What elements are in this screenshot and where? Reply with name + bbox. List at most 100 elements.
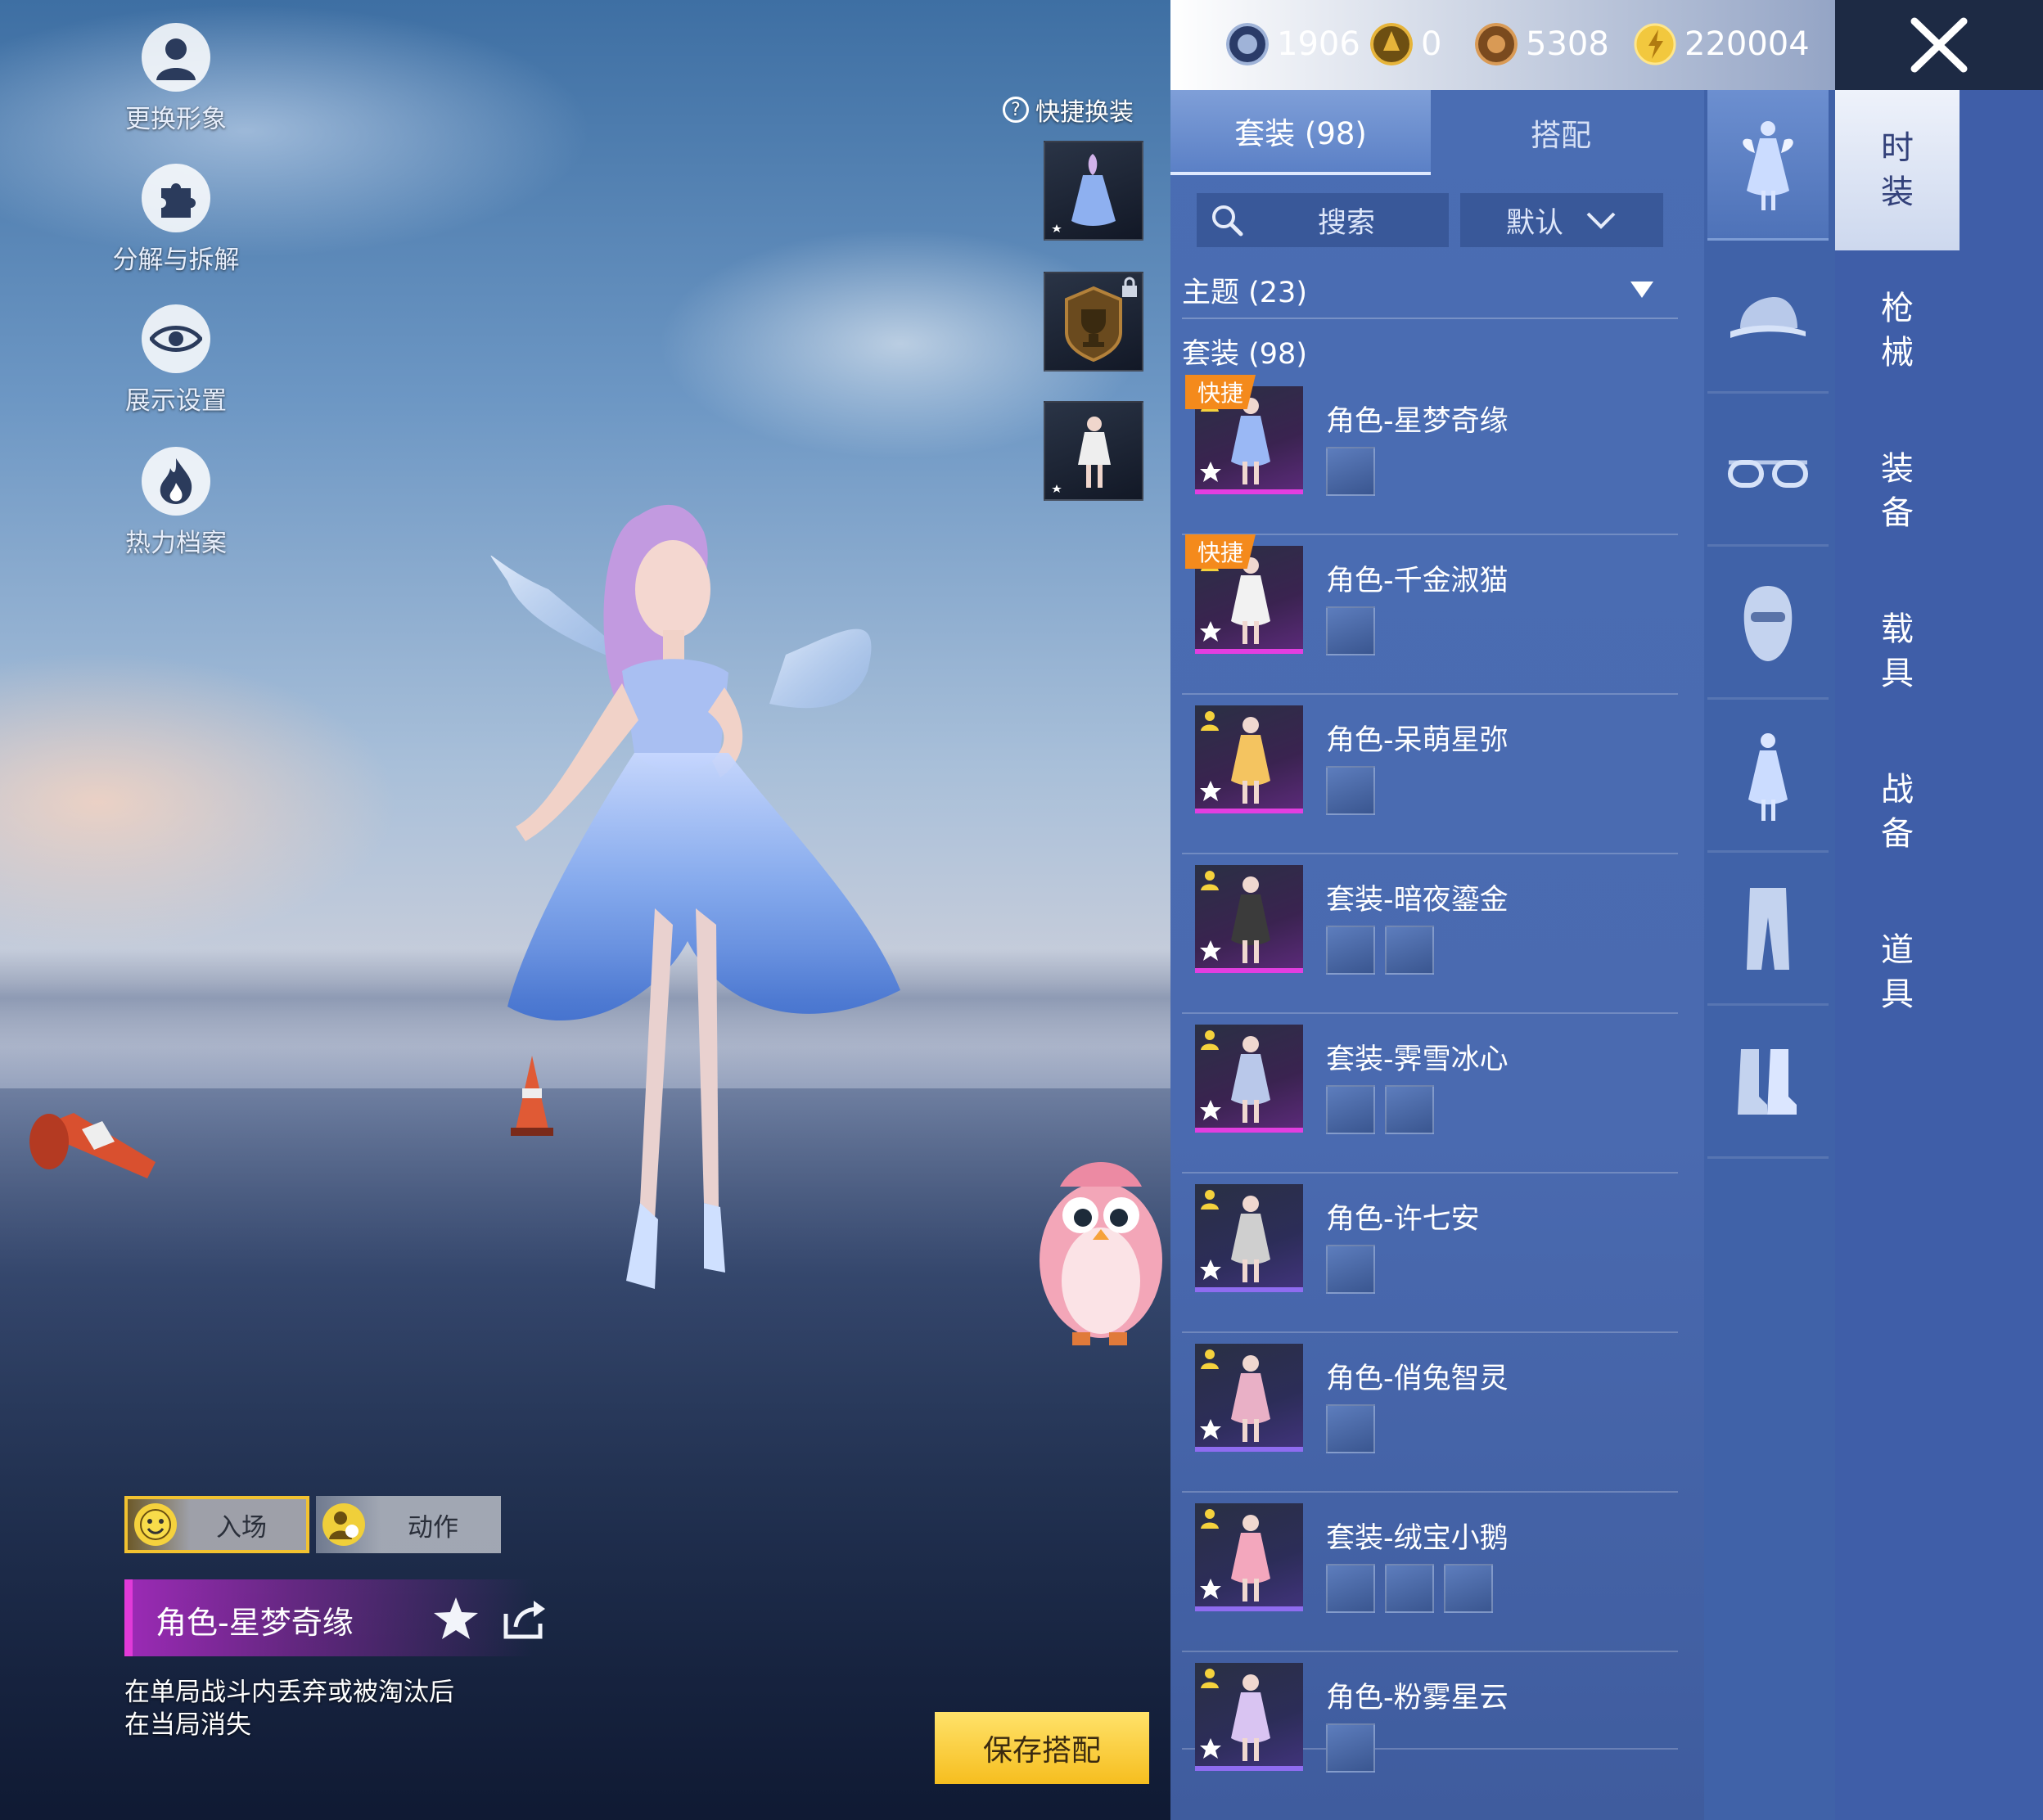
star-icon [1200,621,1221,642]
person-badge-icon [1201,1669,1219,1688]
outfit-part-thumbnail[interactable] [1326,447,1375,496]
outfit-list-item[interactable]: 套装-霁雪冰心 [1182,1013,1678,1174]
star-icon [1200,1419,1221,1439]
quick-swap-title[interactable]: ? 快捷换装 [1003,92,1134,128]
outfit-part-thumbnail[interactable] [1326,1564,1375,1613]
favorite-star-icon[interactable] [432,1596,480,1642]
person-badge-icon [1201,1190,1219,1210]
outfit-part-thumbnail[interactable] [1326,1245,1375,1294]
search-input[interactable]: 搜索 [1197,193,1449,247]
category-top[interactable] [1707,702,1829,853]
outfit-item-name: 角色-呆萌星弥 [1326,724,1509,757]
star-icon [1200,1100,1221,1120]
outfit-parts [1326,1723,1375,1773]
mask-icon [1743,585,1793,661]
change-avatar-label: 更换形象 [125,105,227,134]
sort-value: 默认 [1505,206,1563,240]
star-icon [1200,1579,1221,1599]
star-icon [1200,781,1221,801]
entrance-label: 入场 [216,1512,267,1543]
heat-archive-label: 热力档案 [125,529,227,558]
category-mask[interactable] [1707,549,1829,700]
quick-tag-badge: 快捷 [1185,534,1256,569]
category-full-outfit[interactable] [1707,90,1829,241]
outfit-part-thumbnail[interactable] [1444,1564,1493,1613]
search-placeholder: 搜索 [1317,206,1375,240]
change-avatar-button[interactable]: 更换形象 [102,23,250,135]
star-icon [1200,462,1221,482]
outfit-part-thumbnail[interactable] [1385,926,1434,975]
theme-filter[interactable]: 主题 (23) [1182,262,1678,319]
heat-archive-button[interactable]: 热力档案 [102,447,250,559]
quick-swap-slot-1[interactable] [1044,141,1143,241]
outfit-part-thumbnail[interactable] [1385,1564,1434,1613]
outfit-part-thumbnail[interactable] [1326,1085,1375,1134]
bronze-coin-icon [1475,23,1518,65]
currency-bar: 1906 0 5308 220004 [1170,0,1835,90]
flame-icon [142,447,210,516]
outfit-item-name: 套装-霁雪冰心 [1326,1043,1509,1076]
person-emote-icon [322,1503,365,1546]
tab-firearms[interactable]: 枪 械 [1835,250,1960,411]
slot-category-column [1704,90,1835,1820]
category-pants[interactable] [1707,855,1829,1006]
save-outfit-button[interactable]: 保存搭配 [935,1712,1149,1784]
display-settings-button[interactable]: 展示设置 [102,304,250,417]
outfit-list-item[interactable]: 套装-绒宝小鹅 [1182,1492,1678,1652]
outfit-part-thumbnail[interactable] [1385,1085,1434,1134]
category-hat[interactable] [1707,243,1829,394]
person-badge-icon [1201,1030,1219,1050]
gold-coin-icon [1634,23,1676,65]
tab-match[interactable]: 搭配 [1431,90,1691,175]
tab-props-char-2: 具 [1881,975,1914,1013]
category-shoes[interactable] [1707,1008,1829,1159]
star-icon [1200,940,1221,961]
outfit-list-item[interactable]: 快捷 角色-千金淑猫 [1182,534,1678,695]
outfit-item-name: 角色-许七安 [1326,1203,1480,1236]
tab-battle-prep[interactable]: 战 备 [1835,732,1960,892]
outfit-parts [1326,1404,1375,1453]
action-button[interactable]: 动作 [316,1496,501,1553]
outfit-parts [1326,766,1375,815]
outfit-thumbnail [1195,1503,1303,1611]
outfit-parts [1326,447,1375,496]
tab-fashion[interactable]: 时 装 [1835,90,1960,250]
tab-battle-prep-char-1: 战 [1881,771,1914,809]
close-button[interactable] [1835,0,2043,90]
outfit-list-item[interactable]: 快捷 角色-星梦奇缘 [1182,375,1678,535]
outfit-list-item[interactable]: 角色-俏兔智灵 [1182,1332,1678,1493]
help-icon[interactable]: ? [1003,97,1029,123]
outfit-part-thumbnail[interactable] [1326,926,1375,975]
suit-section-header: 套装 (98) [1182,338,1307,371]
category-glasses[interactable] [1707,396,1829,547]
avatar-icon [142,23,210,92]
tab-props[interactable]: 道 具 [1835,892,1960,1052]
outfit-list-item[interactable]: 角色-粉雾星云 [1182,1651,1678,1773]
sort-dropdown[interactable]: 默认 [1460,193,1663,247]
tab-vehicles[interactable]: 载 具 [1835,571,1960,732]
character-figure [1231,1515,1270,1602]
share-icon[interactable] [501,1596,548,1642]
outfit-part-thumbnail[interactable] [1326,766,1375,815]
silver-coin-icon [1226,23,1269,65]
smile-icon [134,1503,177,1546]
disassemble-label: 分解与拆解 [112,246,240,275]
outfit-thumbnail [1195,1344,1303,1452]
outfit-part-thumbnail[interactable] [1326,606,1375,655]
quick-tag-badge: 快捷 [1185,375,1256,409]
outfit-list-item[interactable]: 角色-呆萌星弥 [1182,694,1678,854]
outfit-list-item[interactable]: 套装-暗夜鎏金 [1182,854,1678,1014]
character-figure [1231,1036,1270,1123]
outfit-list-item[interactable]: 角色-许七安 [1182,1173,1678,1333]
entrance-button[interactable]: 入场 [124,1496,309,1553]
tab-equipment[interactable]: 装 备 [1835,411,1960,571]
quick-swap-slot-locked[interactable] [1044,272,1143,372]
outfit-thumbnail [1195,1184,1303,1292]
outfit-part-thumbnail[interactable] [1326,1723,1375,1773]
tab-suits[interactable]: 套装 (98) [1170,90,1431,175]
disassemble-button[interactable]: 分解与拆解 [102,164,250,276]
outfit-part-thumbnail[interactable] [1326,1404,1375,1453]
tab-battle-prep-char-2: 备 [1881,815,1914,853]
main-category-tabs: 时 装 枪 械 装 备 载 具 战 备 道 具 [1835,90,2043,1820]
quick-swap-slot-2[interactable] [1044,401,1143,501]
